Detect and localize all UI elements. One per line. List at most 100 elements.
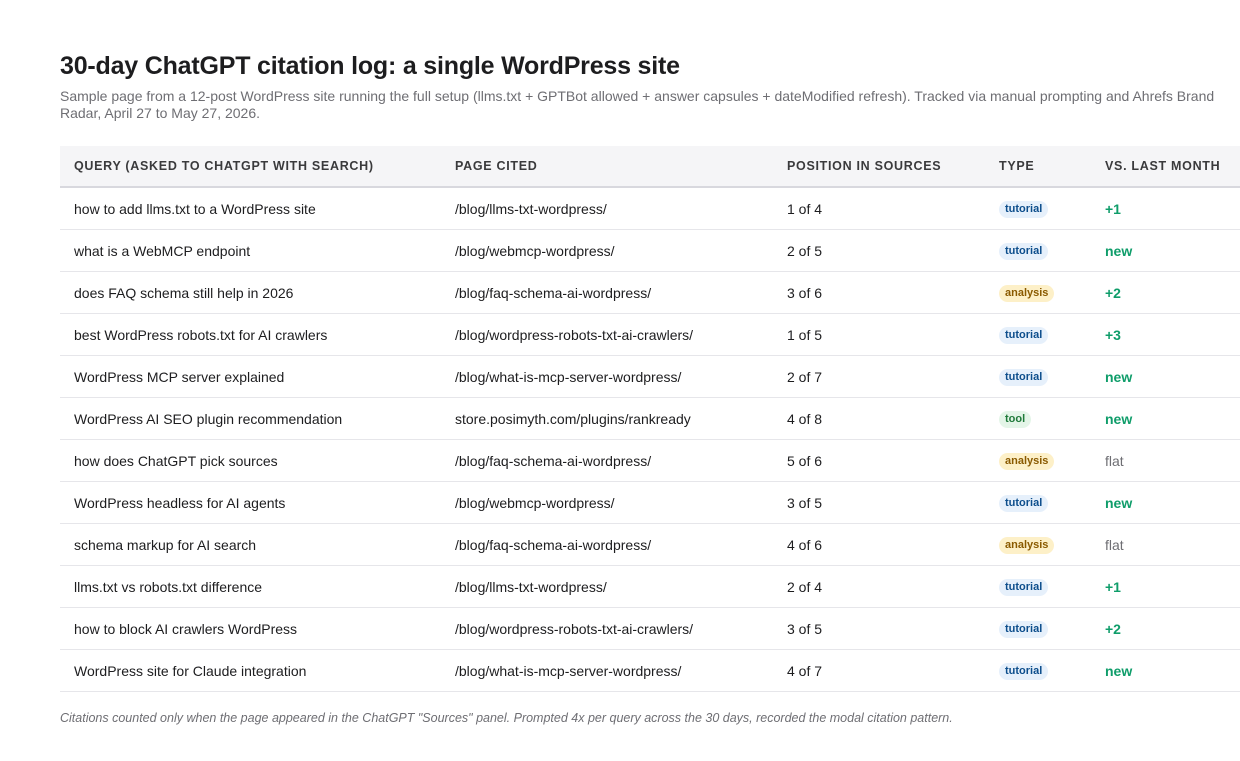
table-row: WordPress site for Claude integration/bl… (60, 649, 1240, 692)
citation-log-document: 30-day ChatGPT citation log: a single Wo… (60, 50, 1240, 725)
table-row: schema markup for AI search/blog/faq-sch… (60, 523, 1240, 566)
type-badge: analysis (999, 453, 1055, 470)
cell-trend: new (1091, 649, 1240, 692)
cell-page-cited-text: /blog/faq-schema-ai-wordpress/ (455, 452, 652, 469)
type-badge: tutorial (999, 579, 1049, 596)
cell-query-text: llms.txt vs robots.txt difference (74, 578, 263, 595)
table-row: what is a WebMCP endpoint/blog/webmcp-wo… (60, 229, 1240, 272)
cell-query-text: how to add llms.txt to a WordPress site (74, 200, 316, 217)
cell-page-cited: store.posimyth.com/plugins/rankready (441, 397, 773, 440)
cell-query-text: schema markup for AI search (74, 536, 257, 553)
cell-query: how does ChatGPT pick sources (60, 439, 441, 482)
cell-page-cited-text: /blog/what-is-mcp-server-wordpress/ (455, 368, 682, 385)
cell-position-text: 3 of 6 (787, 284, 823, 301)
type-badge: tutorial (999, 243, 1049, 260)
table-row: how to add llms.txt to a WordPress site /… (60, 187, 1240, 230)
cell-type: tutorial (985, 187, 1091, 230)
cell-type: analysis (985, 271, 1091, 314)
cell-position: 4 of 6 (773, 523, 985, 566)
table-header-row: QUERY (ASKED TO CHATGPT WITH SEARCH) PAG… (60, 146, 1240, 188)
trend-value: flat (1105, 452, 1124, 469)
cell-type: analysis (985, 523, 1091, 566)
cell-position: 2 of 4 (773, 565, 985, 608)
subtitle-line-1: Sample page from a 12-post WordPress sit… (60, 88, 1215, 104)
page-title: 30-day ChatGPT citation log: a single Wo… (60, 52, 680, 80)
type-badge: tutorial (999, 621, 1049, 638)
header-type: TYPE (985, 146, 1091, 188)
cell-position: 1 of 5 (773, 313, 985, 356)
cell-position-text: 1 of 5 (787, 326, 823, 343)
page-subtitle: Sample page from a 12-post WordPress sit… (60, 88, 1240, 122)
cell-type: tutorial (985, 229, 1091, 272)
cell-page-cited: /blog/what-is-mcp-server-wordpress/ (441, 355, 773, 398)
cell-position-text: 3 of 5 (787, 494, 823, 511)
cell-query-text: WordPress AI SEO plugin recommendation (74, 410, 343, 427)
cell-position: 3 of 5 (773, 607, 985, 650)
cell-query: how to add llms.txt to a WordPress site (60, 187, 441, 230)
cell-query: schema markup for AI search (60, 523, 441, 566)
cell-page-cited-text: /blog/llms-txt-wordpress/ (455, 200, 607, 217)
cell-position-text: 4 of 7 (787, 662, 823, 679)
type-badge: analysis (999, 537, 1055, 554)
cell-position-text: 3 of 5 (787, 620, 823, 637)
cell-query-text: does FAQ schema still help in 2026 (74, 284, 294, 301)
trend-value: +2 (1105, 620, 1121, 637)
cell-query-text: what is a WebMCP endpoint (74, 242, 251, 259)
trend-value: flat (1105, 536, 1124, 553)
cell-position: 2 of 5 (773, 229, 985, 272)
cell-query: best WordPress robots.txt for AI crawler… (60, 313, 441, 356)
type-badge: tutorial (999, 495, 1049, 512)
cell-position: 3 of 6 (773, 271, 985, 314)
cell-trend: flat (1091, 523, 1240, 566)
cell-type: tutorial (985, 565, 1091, 608)
cell-page-cited: /blog/what-is-mcp-server-wordpress/ (441, 649, 773, 692)
subtitle-line-2: Radar, April 27 to May 27, 2026. (60, 105, 261, 121)
table-row: does FAQ schema still help in 2026/blog/… (60, 271, 1240, 314)
table-row: how does ChatGPT pick sources/blog/faq-s… (60, 439, 1240, 482)
type-badge: tutorial (999, 327, 1049, 344)
table-row: WordPress MCP server explained/blog/what… (60, 355, 1240, 398)
trend-value: new (1105, 242, 1133, 259)
table-row: how to block AI crawlers WordPress/blog/… (60, 607, 1240, 650)
citation-table: QUERY (ASKED TO CHATGPT WITH SEARCH) PAG… (60, 146, 1240, 692)
type-badge: tutorial (999, 369, 1049, 386)
cell-type: tutorial (985, 355, 1091, 398)
cell-page-cited: /blog/faq-schema-ai-wordpress/ (441, 271, 773, 314)
cell-type: tutorial (985, 649, 1091, 692)
cell-position: 1 of 4 (773, 187, 985, 230)
cell-trend: +2 (1091, 271, 1240, 314)
trend-value: new (1105, 410, 1133, 427)
type-badge: analysis (999, 285, 1055, 302)
cell-page-cited: /blog/llms-txt-wordpress/ (441, 187, 773, 230)
cell-trend: flat (1091, 439, 1240, 482)
cell-position: 3 of 5 (773, 481, 985, 524)
cell-query: WordPress AI SEO plugin recommendation (60, 397, 441, 440)
cell-page-cited: /blog/webmcp-wordpress/ (441, 229, 773, 272)
trend-value: +1 (1105, 200, 1121, 217)
cell-trend: new (1091, 355, 1240, 398)
trend-value: new (1105, 662, 1133, 679)
cell-query-text: WordPress site for Claude integration (74, 662, 307, 679)
cell-page-cited-text: store.posimyth.com/plugins/rankready (455, 410, 691, 427)
cell-position: 2 of 7 (773, 355, 985, 398)
cell-page-cited-text: /blog/webmcp-wordpress/ (455, 242, 615, 259)
cell-position-text: 2 of 5 (787, 242, 823, 259)
cell-query: llms.txt vs robots.txt difference (60, 565, 441, 608)
cell-page-cited-text: /blog/wordpress-robots-txt-ai-crawlers/ (455, 620, 694, 637)
cell-page-cited: /blog/llms-txt-wordpress/ (441, 565, 773, 608)
cell-page-cited-text: /blog/wordpress-robots-txt-ai-crawlers/ (455, 326, 694, 343)
cell-query-text: WordPress headless for AI agents (74, 494, 286, 511)
cell-query-text: WordPress MCP server explained (74, 368, 285, 385)
cell-query: WordPress headless for AI agents (60, 481, 441, 524)
cell-query-text: how does ChatGPT pick sources (74, 452, 278, 469)
cell-page-cited: /blog/webmcp-wordpress/ (441, 481, 773, 524)
cell-type: tool (985, 397, 1091, 440)
cell-trend: new (1091, 481, 1240, 524)
cell-query-text: best WordPress robots.txt for AI crawler… (74, 326, 328, 343)
cell-position-text: 4 of 6 (787, 536, 823, 553)
table-row: WordPress headless for AI agents/blog/we… (60, 481, 1240, 524)
cell-position: 4 of 8 (773, 397, 985, 440)
cell-query: does FAQ schema still help in 2026 (60, 271, 441, 314)
cell-trend: +1 (1091, 565, 1240, 608)
table-body: how to add llms.txt to a WordPress site /… (60, 187, 1240, 692)
